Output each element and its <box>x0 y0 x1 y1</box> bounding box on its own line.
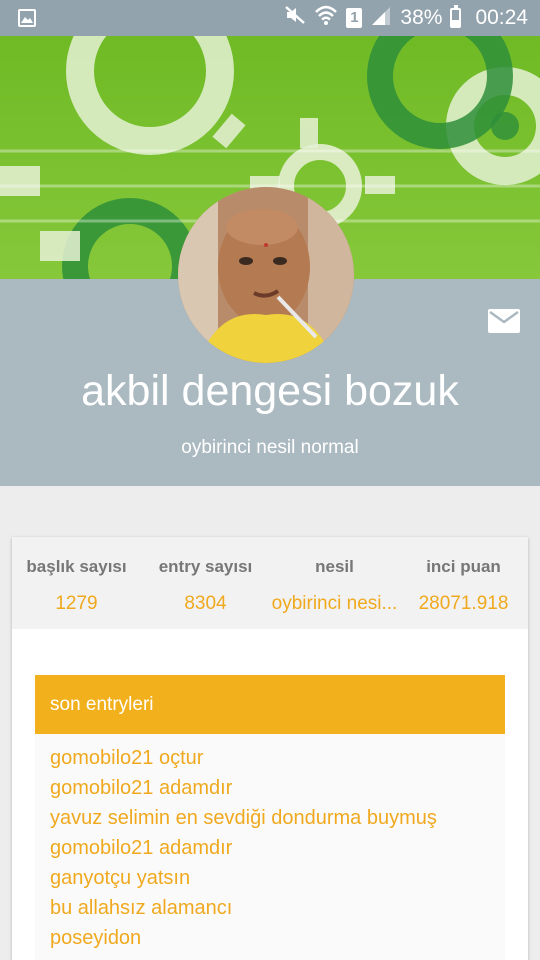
entry-link[interactable]: gomobilo21 oçtur <box>50 747 203 770</box>
entry-link[interactable]: gomobilo21 adamdır <box>50 777 232 800</box>
sim-slot-number: 1 <box>350 9 359 26</box>
stat-label: nesil <box>315 557 354 576</box>
profile-card: başlık sayısı 1279 entry sayısı 8304 nes… <box>12 537 528 960</box>
battery-percent: 38% <box>400 6 443 29</box>
recent-entries-list: gomobilo21 oçtur gomobilo21 adamdır yavu… <box>35 734 505 960</box>
recent-entries-title: son entryleri <box>50 694 154 715</box>
clock: 00:24 <box>475 6 528 29</box>
gallery-notification-icon <box>18 9 36 27</box>
mute-icon <box>284 5 306 31</box>
profile-generation: oybirinci nesil normal <box>181 437 359 458</box>
stat-value: 28071.918 <box>418 593 509 614</box>
recent-entries-header: son entryleri <box>35 675 505 734</box>
stat-value: 1279 <box>55 593 98 614</box>
stat-label: entry sayısı <box>158 557 253 576</box>
entry-link[interactable]: gomobilo21 adamdır <box>50 837 232 860</box>
stat-value: 8304 <box>184 593 227 614</box>
battery-icon <box>450 5 462 28</box>
entry-link[interactable]: yavuz selimin en sevdiği dondurma buymuş <box>50 807 437 830</box>
stat-label: inci puan <box>426 557 501 576</box>
stats-row: başlık sayısı 1279 entry sayısı 8304 nes… <box>12 537 528 629</box>
entry-link[interactable]: ganyotçu yatsın <box>50 867 190 890</box>
entry-link[interactable]: bu allahsız alamancı <box>50 897 232 920</box>
sim-slot-icon: 1 <box>346 8 363 28</box>
message-icon[interactable] <box>488 309 520 333</box>
stat-label: başlık sayısı <box>26 557 127 576</box>
avatar[interactable] <box>178 187 354 363</box>
status-bar: 1 38% 00:24 <box>0 0 540 36</box>
profile-nick: akbil dengesi bozuk <box>81 367 459 415</box>
wifi-icon <box>314 4 338 32</box>
entry-link[interactable]: poseyidon <box>50 927 141 950</box>
signal-icon <box>370 5 392 31</box>
stat-value: oybirinci nesi... <box>271 593 398 614</box>
